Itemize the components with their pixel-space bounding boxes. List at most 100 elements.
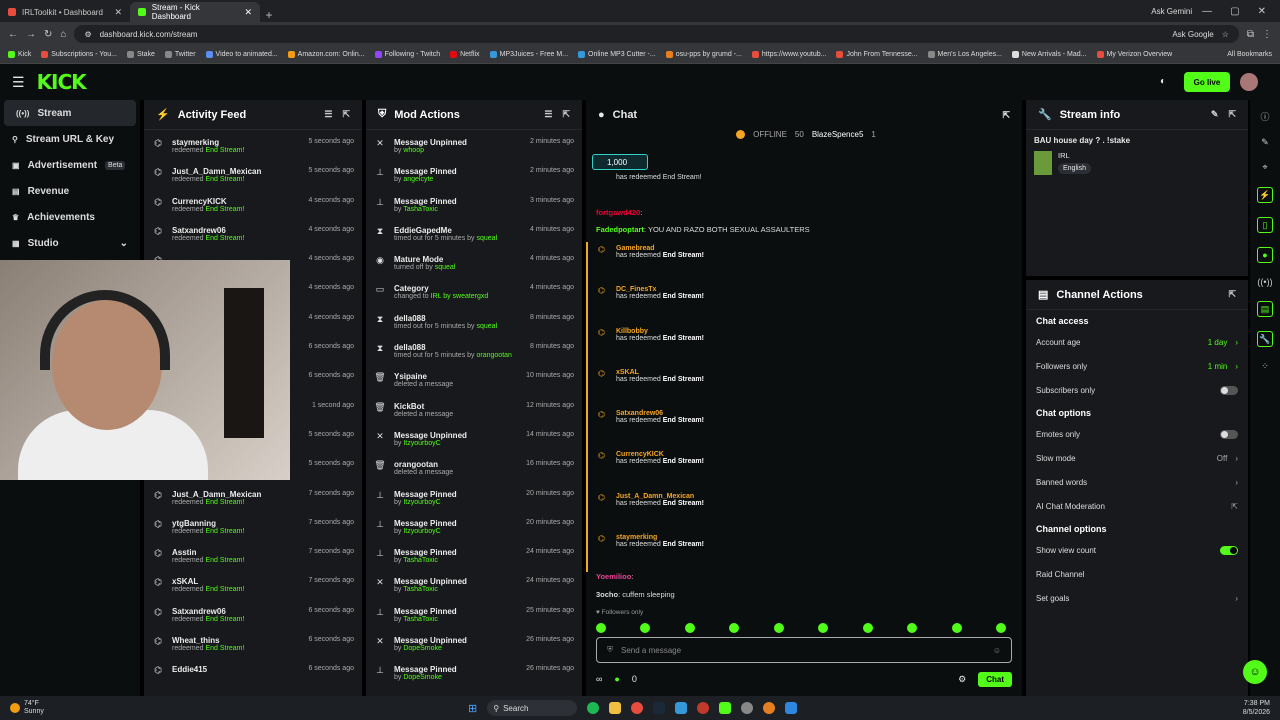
bookmark-item[interactable]: Subscriptions - You...	[41, 51, 117, 58]
chat-username[interactable]: Just_A_Damn_Mexican	[616, 493, 1006, 500]
new-tab-button[interactable]: +	[260, 8, 278, 22]
row-name[interactable]: Message Pinned	[394, 607, 518, 616]
emoji-icon[interactable]: ☺	[993, 646, 1001, 655]
row-name[interactable]: Wheat_thins	[172, 636, 300, 645]
row-name[interactable]: Satxandrew06	[172, 607, 300, 616]
close-tab-icon[interactable]: ✕	[244, 7, 252, 18]
sidebar-item-stream[interactable]: ((•)) Stream	[4, 100, 136, 126]
popout-icon[interactable]: ⇱	[562, 109, 570, 120]
bookmark-item[interactable]: Following - Twitch	[374, 51, 440, 58]
row-name[interactable]: Just_A_Damn_Mexican	[172, 167, 300, 176]
server-icon[interactable]: ▤	[1257, 301, 1273, 317]
apps-icon[interactable]: ⁘	[1261, 361, 1269, 372]
chrome-icon[interactable]	[631, 702, 644, 714]
ai-moderation-setting[interactable]: AI Chat Moderation ⇱	[1026, 494, 1248, 518]
crosshair-icon[interactable]: ⌖	[1262, 162, 1267, 173]
row-name[interactable]: Category	[394, 284, 522, 293]
row-name[interactable]: Message Pinned	[394, 519, 518, 528]
send-message-input[interactable]: ⛨ Send a message ☺	[596, 637, 1012, 663]
row-name[interactable]: EddieGapedMe	[394, 226, 522, 235]
row-name[interactable]: Message Unpinned	[394, 577, 518, 586]
bookmark-item[interactable]: Stake	[127, 51, 155, 58]
filter-icon[interactable]: ☰	[324, 109, 332, 120]
close-window-icon[interactable]: ✕	[1258, 6, 1266, 17]
sidebar-item-trophy[interactable]: ♛ Achievements	[0, 204, 140, 230]
notes-icon[interactable]	[785, 702, 798, 714]
chat-username[interactable]: DC_FinesTx	[616, 286, 1006, 293]
close-tab-icon[interactable]: ✕	[114, 7, 122, 18]
chat-username[interactable]: Yoemilioo	[596, 572, 631, 581]
chat-username[interactable]: Killbobby	[616, 328, 1006, 335]
bookmark-item[interactable]: Netflix	[450, 51, 480, 58]
back-icon[interactable]: ←	[8, 29, 18, 40]
bookmark-item[interactable]: New Arrivals - Mad...	[1011, 51, 1087, 58]
chat-username[interactable]: xSKAL	[616, 369, 1006, 376]
popout-icon[interactable]: ⇱	[1002, 110, 1010, 121]
chat-icon[interactable]: ●	[1257, 247, 1273, 263]
settings-icon[interactable]	[741, 702, 754, 714]
row-name[interactable]: Message Unpinned	[394, 431, 518, 440]
emote-icon[interactable]	[995, 623, 1006, 633]
file-explorer-icon[interactable]	[609, 702, 622, 714]
system-clock[interactable]: 7:38 PM 8/5/2026	[1243, 699, 1270, 717]
subscribers-only-toggle[interactable]	[1220, 385, 1238, 395]
row-name[interactable]: orangootan	[394, 460, 518, 469]
category-name[interactable]: IRL	[1058, 151, 1091, 160]
home-icon[interactable]: ⌂	[60, 29, 66, 40]
pencil-icon[interactable]: ✎	[1261, 137, 1269, 148]
chat-username[interactable]: CurrencyKICK	[616, 451, 1006, 458]
row-name[interactable]: Satxandrew06	[172, 226, 300, 235]
bookmark-item[interactable]: Twitter	[164, 51, 196, 58]
set-goals-setting[interactable]: Set goals ›	[1026, 586, 1248, 610]
lightning-icon[interactable]: ⚡	[1257, 187, 1273, 203]
sidebar-item-revenue[interactable]: ▤ Revenue	[0, 178, 140, 204]
wrench-icon[interactable]: 🔧	[1257, 331, 1273, 347]
chat-settings-icon[interactable]: ⚙	[958, 674, 966, 685]
bookmark-item[interactable]: Video to animated...	[205, 51, 278, 58]
emote-icon[interactable]	[729, 623, 740, 633]
points-icon[interactable]: ∞	[596, 674, 602, 684]
row-name[interactable]: staymerking	[172, 138, 300, 147]
chat-username[interactable]: fortgawd420	[596, 208, 640, 217]
emote-icon[interactable]	[951, 623, 962, 633]
popout-icon[interactable]: ⇱	[1228, 289, 1236, 300]
browser-tab-irltoolkit[interactable]: IRLToolkit • Dashboard ✕	[0, 2, 130, 22]
emote-icon[interactable]	[907, 623, 918, 633]
filter-icon[interactable]: ☰	[544, 109, 552, 120]
support-chat-button[interactable]: ☺	[1243, 660, 1267, 684]
chevron-down-icon[interactable]: ⌄	[120, 238, 128, 249]
chat-username[interactable]: Fadedpoptart	[596, 225, 644, 234]
row-name[interactable]: Ysipaine	[394, 372, 518, 381]
followers-only-setting[interactable]: Followers only 1 min ›	[1026, 354, 1248, 378]
hamburger-menu-icon[interactable]: ☰	[12, 74, 25, 91]
sidebar-item-studio[interactable]: ▦ Studio ⌄	[0, 230, 140, 256]
row-name[interactable]: Eddie415	[172, 665, 300, 674]
emotes-only-toggle[interactable]	[1220, 429, 1238, 439]
taskbar-search[interactable]: ⚲ Search	[487, 700, 578, 716]
edit-icon[interactable]: ✎	[1211, 109, 1219, 120]
bookmark-item[interactable]: Online MP3 Cutter -...	[578, 51, 656, 58]
sidebar-item-link[interactable]: ⚲ Stream URL & Key	[0, 126, 140, 152]
popout-icon[interactable]: ⇱	[342, 109, 350, 120]
slow-mode-setting[interactable]: Slow mode Off ›	[1026, 446, 1248, 470]
bookmark-item[interactable]: osu-pps by grumd -...	[665, 51, 742, 58]
info-icon[interactable]: ⓘ	[1260, 110, 1269, 123]
steam-icon[interactable]	[653, 702, 666, 714]
reload-icon[interactable]: ↻	[44, 29, 52, 40]
emote-icon[interactable]	[596, 623, 606, 633]
row-name[interactable]: Message Unpinned	[394, 636, 518, 645]
sidebar-item-ad[interactable]: ▣ Advertisement Beta	[0, 152, 140, 178]
maximize-icon[interactable]: ▢	[1230, 6, 1239, 17]
banned-words-setting[interactable]: Banned words ›	[1026, 470, 1248, 494]
kick-app-icon[interactable]	[719, 702, 732, 714]
site-info-icon[interactable]: ⚙	[84, 30, 91, 39]
chat-username[interactable]: staymerking	[616, 534, 1006, 541]
kick-logo[interactable]: KICK	[37, 70, 87, 94]
row-name[interactable]: della088	[394, 314, 522, 323]
bookmark-item[interactable]: MP3Juices - Free M...	[489, 51, 568, 58]
ask-gemini-button[interactable]: Ask Gemini	[1141, 7, 1202, 16]
bookmark-item[interactable]: Kick	[8, 51, 31, 58]
store-icon[interactable]	[675, 702, 688, 714]
bookmark-item[interactable]: Amazon.com: Onlin...	[287, 51, 365, 58]
forward-icon[interactable]: →	[26, 29, 36, 40]
